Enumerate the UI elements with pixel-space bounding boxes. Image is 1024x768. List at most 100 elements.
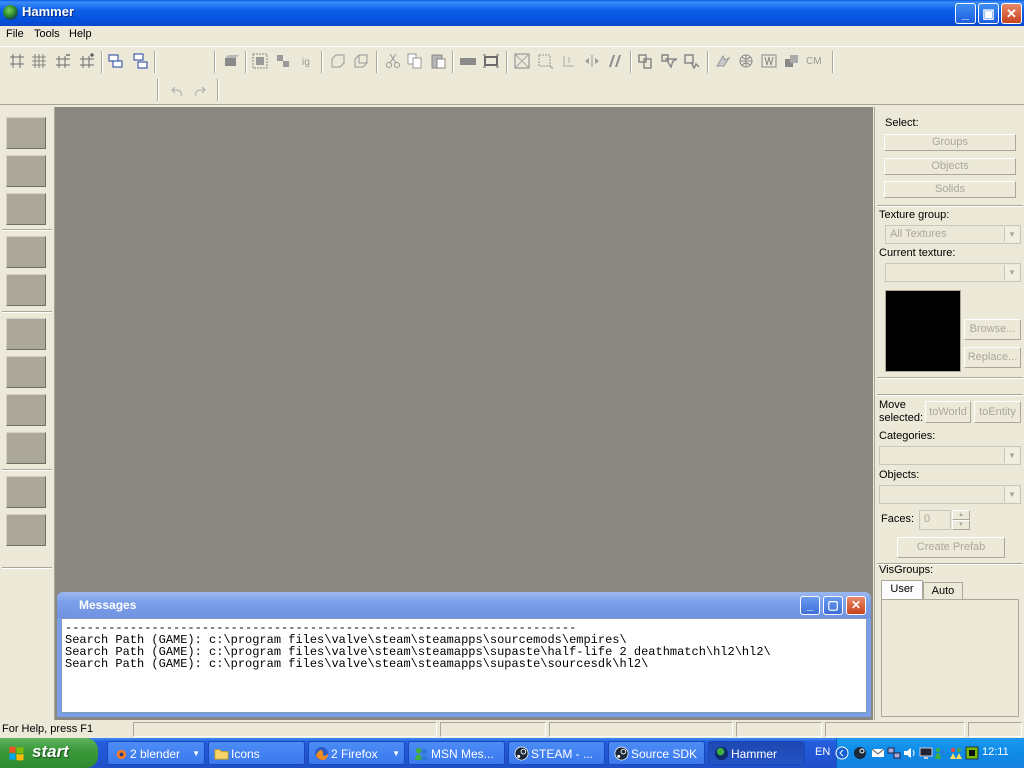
to-world-icon[interactable] xyxy=(638,53,654,69)
undo-icon[interactable] xyxy=(169,84,185,100)
clipping-tool-button[interactable] xyxy=(6,476,46,508)
quick-hide-icon[interactable] xyxy=(684,53,700,70)
network-tray-icon[interactable] xyxy=(887,746,901,760)
texture-scale-lock-icon[interactable] xyxy=(483,53,499,69)
texture-group-select[interactable]: All Textures ▼ xyxy=(885,225,1021,244)
msn-tray-icon[interactable] xyxy=(933,746,947,760)
select-groups-button[interactable]: Groups xyxy=(884,134,1016,151)
carve-icon[interactable] xyxy=(108,53,124,69)
taskbar-item-icons[interactable]: Icons xyxy=(208,741,305,765)
camera-tool-button[interactable] xyxy=(6,193,46,225)
texture-preview xyxy=(885,290,961,372)
menu-file[interactable]: File xyxy=(6,28,24,40)
objects-select[interactable]: ▼ xyxy=(879,485,1021,504)
menu-tools[interactable]: Tools xyxy=(34,28,60,40)
flip-vertical-icon[interactable] xyxy=(607,53,623,69)
to-world-button[interactable]: toWorld xyxy=(925,401,971,423)
entity-tool-button[interactable] xyxy=(6,236,46,268)
menu-help[interactable]: Help xyxy=(69,28,92,40)
messages-maximize-button[interactable]: ▢ xyxy=(823,596,843,615)
messages-titlebar[interactable]: Messages _ ▢ ✕ xyxy=(57,592,871,618)
window-title: Hammer xyxy=(22,4,75,19)
flip-horizontal-icon[interactable] xyxy=(584,53,600,69)
faces-spin-down[interactable]: ▼ xyxy=(952,520,970,530)
wireframe-icon[interactable] xyxy=(761,53,777,69)
load-window-state-icon[interactable] xyxy=(223,53,239,69)
system-clock[interactable]: 12:11 xyxy=(982,746,1009,758)
copy-icon[interactable] xyxy=(407,53,423,69)
select-by-handles-icon[interactable] xyxy=(537,53,554,70)
taskbar-item-firefox[interactable]: 2 Firefox ▼ xyxy=(308,741,405,765)
window-titlebar[interactable]: Hammer _ ▣ ✕ xyxy=(0,0,1024,26)
ignore-group-icon[interactable]: ig xyxy=(299,53,315,69)
language-indicator[interactable]: EN xyxy=(815,746,830,758)
ungroup-icon[interactable] xyxy=(275,53,291,69)
decal-tool-button[interactable] xyxy=(6,394,46,426)
cut-icon[interactable] xyxy=(385,53,401,69)
displacement-icon[interactable] xyxy=(784,53,800,69)
replace-button[interactable]: Replace... xyxy=(964,347,1021,368)
show-hidden-icon[interactable] xyxy=(353,53,369,69)
center-handles-icon[interactable] xyxy=(561,53,577,69)
nvidia-tray-icon[interactable] xyxy=(965,746,979,760)
hammer-app-icon[interactable] xyxy=(3,5,18,20)
categories-select[interactable]: ▼ xyxy=(879,446,1021,465)
messages-log[interactable]: ----------------------------------------… xyxy=(61,618,867,713)
grid-larger-icon[interactable] xyxy=(79,53,95,69)
start-button[interactable]: start xyxy=(0,738,98,768)
minimize-button[interactable]: _ xyxy=(955,3,976,24)
selection-tool-button[interactable] xyxy=(6,117,46,149)
redo-icon[interactable] xyxy=(192,84,208,100)
tab-user[interactable]: User xyxy=(881,580,923,599)
compile-map-icon[interactable] xyxy=(738,53,754,69)
to-entity-icon[interactable] xyxy=(661,53,678,69)
status-pane xyxy=(736,722,822,737)
grid-toggle-icon[interactable] xyxy=(9,53,25,69)
texture-lock-icon[interactable] xyxy=(460,53,476,69)
messages-close-button[interactable]: ✕ xyxy=(846,596,866,615)
to-entity-button[interactable]: toEntity xyxy=(974,401,1021,423)
texture-application-tool-button[interactable] xyxy=(6,318,46,350)
messages-minimize-button[interactable]: _ xyxy=(800,596,820,615)
block-tool-button[interactable] xyxy=(6,274,46,306)
paste-icon[interactable] xyxy=(430,53,446,69)
browse-button[interactable]: Browse... xyxy=(964,319,1021,340)
hollow-icon[interactable] xyxy=(132,53,148,69)
selection-box-icon[interactable] xyxy=(514,53,530,69)
hide-selected-icon[interactable] xyxy=(330,53,346,69)
object-properties-panel: Select: Groups Objects Solids Texture gr… xyxy=(874,107,1024,720)
chevron-down-icon[interactable]: ▼ xyxy=(1004,265,1019,280)
faces-input[interactable]: 0 xyxy=(919,510,951,530)
taskbar-item-blender[interactable]: 2 blender ▼ xyxy=(107,741,205,765)
cordon-mode-label[interactable]: CM xyxy=(806,56,822,67)
taskbar-item-hammer[interactable]: Hammer xyxy=(708,741,805,765)
create-prefab-button[interactable]: Create Prefab xyxy=(897,537,1005,558)
magnify-tool-button[interactable] xyxy=(6,155,46,187)
entity-tool-icon[interactable] xyxy=(715,53,731,69)
visgroups-list[interactable] xyxy=(881,599,1019,717)
steam-tray-icon[interactable] xyxy=(853,746,867,760)
grid-smaller-icon[interactable] xyxy=(55,53,71,69)
display-tray-icon[interactable] xyxy=(919,746,933,760)
select-objects-button[interactable]: Objects xyxy=(884,158,1016,175)
tray-expand-icon[interactable] xyxy=(835,746,849,760)
group-icon[interactable] xyxy=(252,53,268,69)
grid-3d-icon[interactable] xyxy=(31,53,47,69)
mail-tray-icon[interactable] xyxy=(871,746,885,760)
overlay-tool-button[interactable] xyxy=(6,432,46,464)
vertex-tool-button[interactable] xyxy=(6,514,46,546)
current-texture-select[interactable]: ▼ xyxy=(885,263,1021,282)
chevron-down-icon[interactable]: ▼ xyxy=(1004,227,1019,242)
taskbar-item-msn[interactable]: MSN Mes... xyxy=(408,741,505,765)
restore-button[interactable]: ▣ xyxy=(978,3,999,24)
chevron-down-icon[interactable]: ▼ xyxy=(1004,487,1019,502)
people-tray-icon[interactable] xyxy=(949,746,963,760)
apply-texture-tool-button[interactable] xyxy=(6,356,46,388)
taskbar-item-source-sdk[interactable]: Source SDK xyxy=(608,741,705,765)
chevron-down-icon[interactable]: ▼ xyxy=(1004,448,1019,463)
taskbar-item-steam[interactable]: STEAM - ... xyxy=(508,741,605,765)
volume-tray-icon[interactable] xyxy=(903,746,917,760)
faces-spin-up[interactable]: ▲ xyxy=(952,510,970,520)
select-solids-button[interactable]: Solids xyxy=(884,181,1016,198)
close-button[interactable]: ✕ xyxy=(1001,3,1022,24)
